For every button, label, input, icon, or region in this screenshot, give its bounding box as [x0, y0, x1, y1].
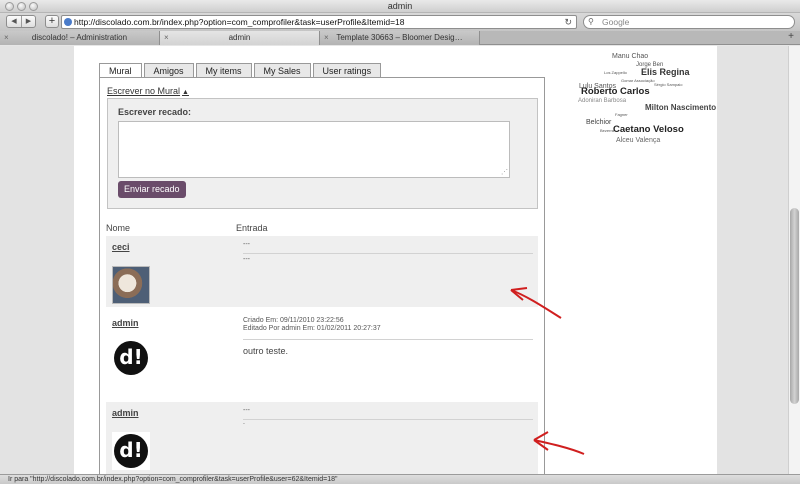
close-tab-icon[interactable]: × [324, 31, 329, 44]
entry-meta: --- [243, 256, 250, 263]
tab-user-ratings[interactable]: User ratings [312, 63, 382, 77]
edited-date: Editado Por admin Em: 01/02/2011 20:27:3… [243, 325, 381, 332]
window-title: admin [387, 1, 413, 11]
vertical-scrollbar[interactable] [788, 46, 800, 474]
window-titlebar: admin [0, 0, 800, 13]
tag-link[interactable]: Caetano Veloso [613, 124, 684, 135]
search-placeholder: Google [602, 17, 630, 27]
collapse-arrow-icon: ▲ [182, 89, 189, 96]
tab-my-sales[interactable]: My Sales [253, 63, 311, 77]
tag-link[interactable]: Roberto Carlos [581, 86, 650, 97]
avatar[interactable] [112, 266, 150, 304]
logo-text: d! [114, 341, 148, 375]
tag-link[interactable]: Milton Nascimento [645, 103, 716, 112]
tab-admin[interactable]: × admin [160, 31, 320, 45]
divider [243, 339, 533, 340]
entry-meta: --- [243, 407, 250, 414]
close-tab-icon[interactable]: × [164, 31, 169, 44]
entry-text: . [243, 419, 245, 426]
entry-text: outro teste. [243, 346, 289, 356]
tag-link[interactable]: Los Zappello [604, 70, 627, 75]
entry-user-link[interactable]: admin [112, 318, 139, 328]
tag-link[interactable]: Fagner [615, 112, 628, 117]
write-label: Escrever recado: [118, 107, 192, 117]
status-bar: Ir para "http://discolado.com.br/index.p… [0, 474, 800, 484]
tag-link[interactable]: Elis Regina [641, 67, 690, 77]
tab-my-items[interactable]: My items [195, 63, 252, 77]
list-item: ceci --- --- [106, 236, 538, 307]
site-icon [64, 18, 72, 26]
created-date: Criado Em: 09/11/2010 23:22:56 [243, 317, 344, 324]
profile-tabs: Mural Amigos My items My Sales User rati… [99, 63, 382, 78]
tag-cloud: Manu Chao Jorge Ben Los Zappello Elis Re… [575, 46, 716, 156]
tab-administration[interactable]: × discolado! – Administration [0, 31, 160, 45]
annotation-arrow [533, 431, 585, 455]
search-icon: ⚲ [588, 17, 594, 26]
new-tab-button[interactable]: + [45, 15, 59, 28]
tag-link[interactable]: Adoniran Barbosa [578, 98, 626, 104]
entry-meta: --- [243, 241, 250, 248]
close-tab-icon[interactable]: × [4, 31, 9, 44]
send-message-button[interactable]: Enviar recado [118, 181, 186, 198]
divider [243, 253, 533, 254]
address-bar[interactable]: http://discolado.com.br/index.php?option… [61, 15, 577, 29]
entry-user-link[interactable]: admin [112, 408, 139, 418]
resize-grip-icon[interactable]: ⋰ [501, 168, 508, 176]
forward-button[interactable]: ▶ [21, 16, 35, 27]
list-item: admin d! Criado Em: 09/11/2010 23:22:56 … [106, 312, 538, 395]
tab-bar: × discolado! – Administration × admin × … [0, 31, 800, 45]
tag-link[interactable]: Gomar Associação [621, 78, 655, 83]
column-header-name: Nome [106, 223, 131, 233]
annotation-arrow [510, 287, 562, 319]
message-textarea[interactable]: ⋰ [118, 121, 510, 178]
add-tab-icon[interactable]: + [788, 31, 794, 42]
entry-user-link[interactable]: ceci [112, 242, 130, 252]
tab-mural[interactable]: Mural [99, 63, 142, 78]
divider [243, 419, 533, 420]
logo-text: d! [114, 434, 148, 468]
tag-link[interactable]: Sérgio Sampaio [654, 82, 682, 87]
column-header-entry: Entrada [236, 223, 268, 233]
tag-link[interactable]: Bezerra [600, 128, 614, 133]
tag-link[interactable]: Manu Chao [612, 53, 648, 60]
scroll-thumb[interactable] [790, 208, 799, 404]
back-button[interactable]: ◀ [7, 16, 21, 27]
tag-link[interactable]: Alceu Valença [616, 137, 660, 144]
write-link-label: Escrever no Mural [107, 86, 181, 96]
tab-amigos[interactable]: Amigos [143, 63, 194, 77]
list-item: admin d! --- . [106, 402, 538, 474]
write-on-wall-link[interactable]: Escrever no Mural ▲ [107, 86, 189, 96]
reload-icon[interactable]: ↻ [564, 16, 572, 28]
tab-label: Template 30663 – Bloomer Desig… [336, 33, 463, 42]
nav-buttons: ◀ ▶ [6, 15, 36, 28]
avatar[interactable]: d! [112, 339, 150, 377]
browser-toolbar: ◀ ▶ + http://discolado.com.br/index.php?… [0, 13, 800, 31]
search-field[interactable]: ⚲ Google [583, 15, 795, 29]
tab-template[interactable]: × Template 30663 – Bloomer Desig… [320, 31, 480, 45]
write-message-box: Escrever recado: ⋰ Enviar recado [107, 98, 538, 209]
page-viewport: Mural Amigos My items My Sales User rati… [0, 46, 800, 474]
tab-label: admin [228, 33, 251, 42]
avatar[interactable]: d! [112, 432, 150, 470]
address-text: http://discolado.com.br/index.php?option… [74, 17, 405, 27]
tab-label: discolado! – Administration [31, 33, 128, 42]
tag-link[interactable]: Belchior [586, 119, 611, 126]
